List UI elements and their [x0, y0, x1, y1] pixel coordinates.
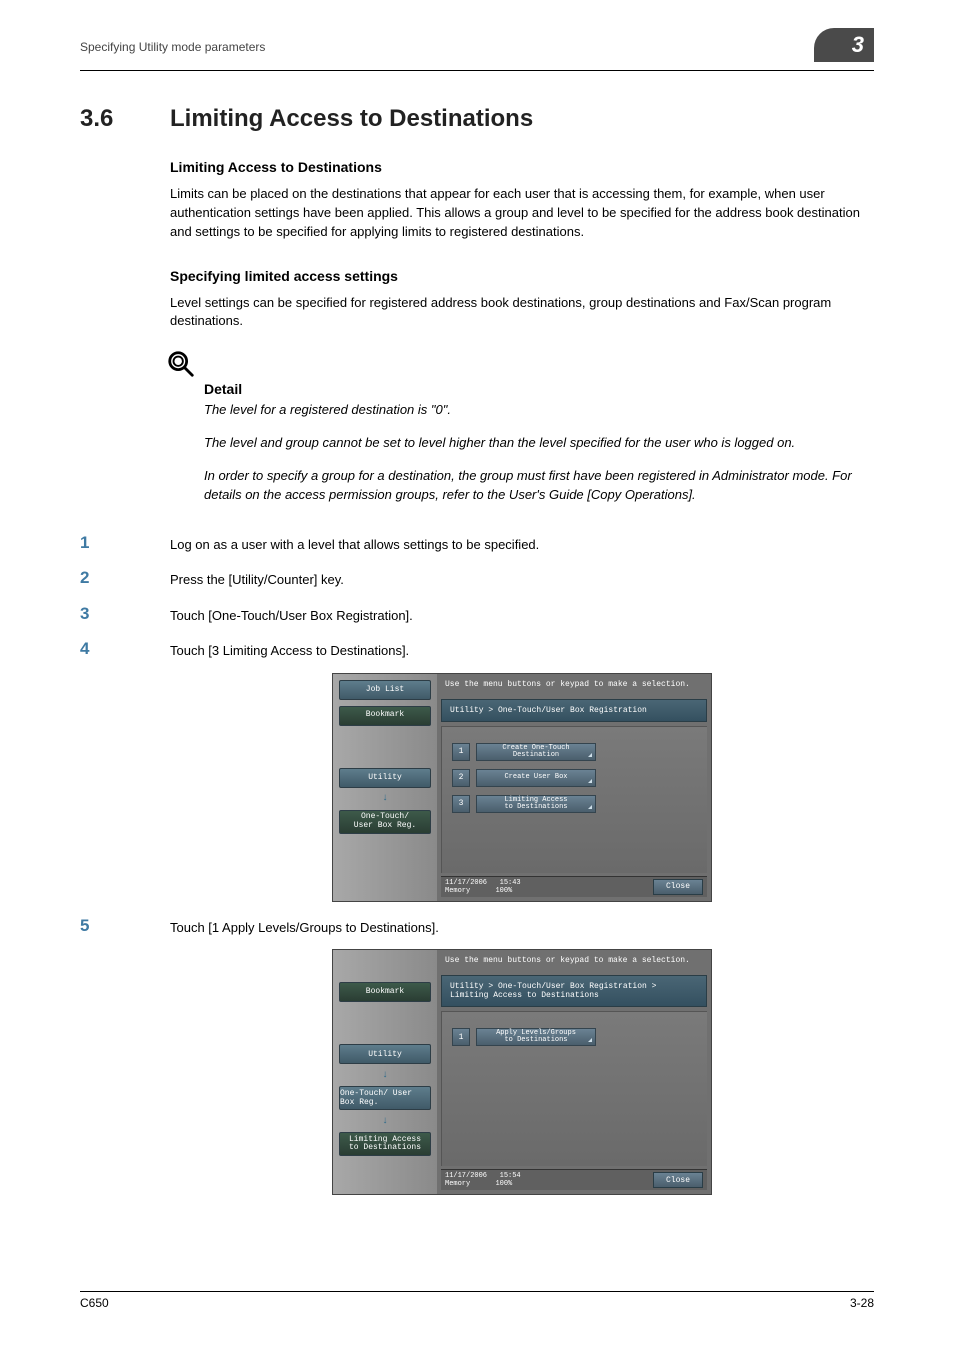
- footer-page: 3-28: [850, 1296, 874, 1310]
- step-number: 2: [80, 568, 170, 590]
- side-utility-button[interactable]: Utility: [339, 768, 431, 788]
- running-header-text: Specifying Utility mode parameters: [80, 34, 265, 54]
- step-text: Touch [1 Apply Levels/Groups to Destinat…: [170, 916, 439, 938]
- side-utility-button[interactable]: Utility: [339, 1044, 431, 1064]
- subheading-1: Limiting Access to Destinations: [170, 159, 874, 175]
- step-text: Press the [Utility/Counter] key.: [170, 568, 344, 590]
- breadcrumb: Utility > One-Touch/User Box Registratio…: [441, 699, 707, 722]
- detail-label: Detail: [170, 381, 874, 397]
- screen-instruction: Use the menu buttons or keypad to make a…: [437, 950, 711, 971]
- step-number: 5: [80, 916, 170, 938]
- paragraph: Limits can be placed on the destinations…: [170, 185, 874, 242]
- section-title: Limiting Access to Destinations: [170, 105, 874, 133]
- menu-index: 1: [452, 1028, 470, 1046]
- menu-index: 3: [452, 795, 470, 813]
- arrow-down-icon: ↓: [339, 794, 431, 804]
- side-onetouch-button[interactable]: One-Touch/ User Box Reg.: [339, 1086, 431, 1110]
- menu-create-user-box-button[interactable]: Create User Box: [476, 769, 596, 787]
- subheading-2: Specifying limited access settings: [170, 268, 874, 284]
- menu-index: 2: [452, 769, 470, 787]
- side-job-list-button[interactable]: Job List: [339, 680, 431, 700]
- page-footer: C650 3-28: [80, 1291, 874, 1310]
- side-bookmark-button[interactable]: Bookmark: [339, 982, 431, 1002]
- footer-model: C650: [80, 1296, 109, 1310]
- side-limiting-access-button[interactable]: Limiting Access to Destinations: [339, 1132, 431, 1156]
- step-text: Touch [One-Touch/User Box Registration].: [170, 604, 413, 626]
- detail-text: In order to specify a group for a destin…: [170, 467, 874, 505]
- magnifier-icon: [166, 349, 196, 379]
- arrow-down-icon: ↓: [339, 1070, 431, 1080]
- step-number: 3: [80, 604, 170, 626]
- detail-text: The level for a registered destination i…: [170, 401, 874, 420]
- step-number: 4: [80, 639, 170, 661]
- section-number: 3.6: [80, 105, 170, 133]
- menu-apply-levels-button[interactable]: Apply Levels/Groups to Destinations: [476, 1028, 596, 1046]
- menu-create-one-touch-button[interactable]: Create One-Touch Destination: [476, 743, 596, 761]
- side-bookmark-button[interactable]: Bookmark: [339, 706, 431, 726]
- step-text: Touch [3 Limiting Access to Destinations…: [170, 639, 409, 661]
- screenshot-1: Job List Bookmark Utility ↓ One-Touch/ U…: [332, 673, 712, 902]
- detail-text: The level and group cannot be set to lev…: [170, 434, 874, 453]
- detail-block: Detail The level for a registered destin…: [170, 349, 874, 504]
- footer-status: 11/17/2006 15:54 Memory 100%: [445, 1172, 521, 1188]
- step-text: Log on as a user with a level that allow…: [170, 533, 539, 555]
- close-button[interactable]: Close: [653, 1172, 703, 1188]
- menu-limiting-access-button[interactable]: Limiting Access to Destinations: [476, 795, 596, 813]
- side-onetouch-button[interactable]: One-Touch/ User Box Reg.: [339, 810, 431, 834]
- screen-instruction: Use the menu buttons or keypad to make a…: [437, 674, 711, 695]
- screenshot-2: Bookmark Utility ↓ One-Touch/ User Box R…: [332, 949, 712, 1195]
- step-number: 1: [80, 533, 170, 555]
- chapter-tab: 3: [814, 28, 874, 62]
- footer-status: 11/17/2006 15:43 Memory 100%: [445, 879, 521, 895]
- paragraph: Level settings can be specified for regi…: [170, 294, 874, 332]
- running-header: Specifying Utility mode parameters 3: [80, 34, 874, 71]
- arrow-down-icon: ↓: [339, 1116, 431, 1126]
- breadcrumb: Utility > One-Touch/User Box Registratio…: [441, 975, 707, 1007]
- close-button[interactable]: Close: [653, 879, 703, 895]
- menu-index: 1: [452, 743, 470, 761]
